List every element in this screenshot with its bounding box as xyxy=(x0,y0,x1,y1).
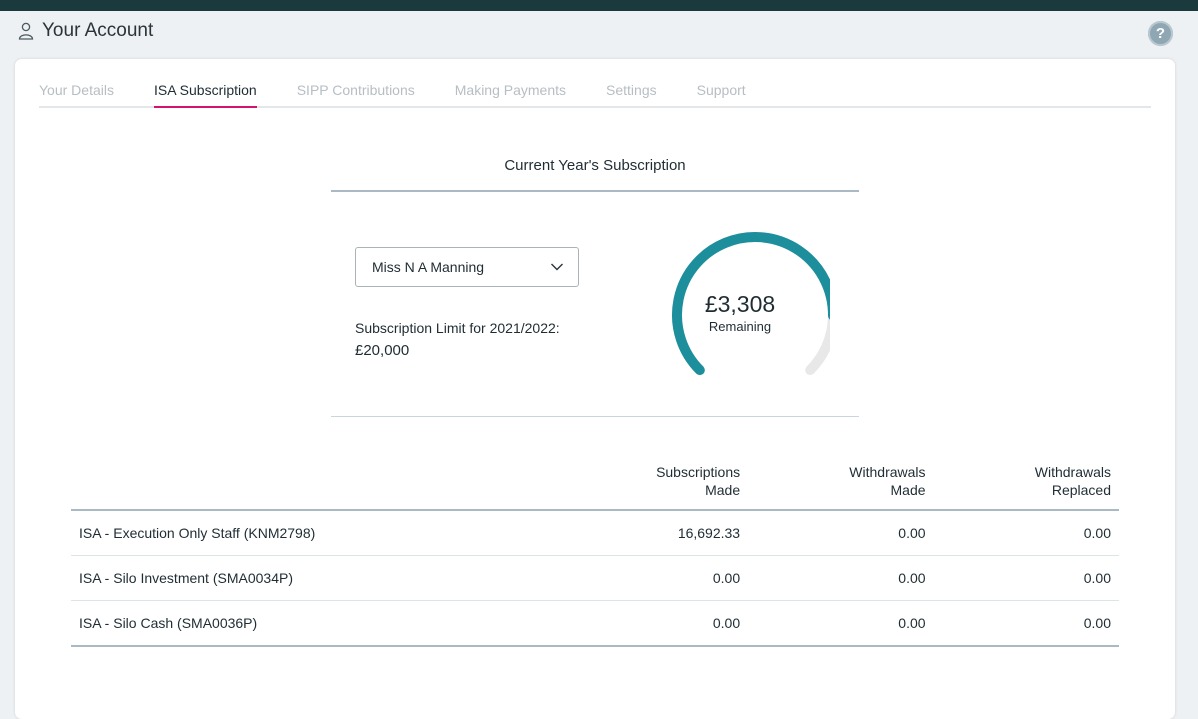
withdrawals-replaced-value: 0.00 xyxy=(933,510,1119,556)
top-bar xyxy=(0,0,1198,11)
subscriptions-made-value: 16,692.33 xyxy=(547,510,749,556)
table-header-row: Subscriptions Made Withdrawals Made Withdr… xyxy=(71,463,1119,511)
divider xyxy=(331,190,859,192)
remaining-amount: £3,308 xyxy=(704,291,776,317)
tab-making-payments[interactable]: Making Payments xyxy=(455,81,566,106)
table-row: ISA - Silo Cash (SMA0036P) 0.00 0.00 0.0… xyxy=(71,600,1119,647)
subscriptions-made-value: 0.00 xyxy=(547,600,749,647)
account-card: Your Details ISA Subscription SIPP Contr… xyxy=(15,59,1175,719)
account-name: ISA - Silo Investment (SMA0034P) xyxy=(71,555,547,601)
chevron-down-icon xyxy=(551,263,563,271)
withdrawals-replaced-value: 0.00 xyxy=(933,600,1119,647)
table-row: ISA - Execution Only Staff (KNM2798) 16,… xyxy=(71,510,1119,556)
tab-your-details[interactable]: Your Details xyxy=(39,81,114,106)
help-icon[interactable]: ? xyxy=(1148,21,1173,46)
withdrawals-made-value: 0.00 xyxy=(748,555,934,601)
table-row: ISA - Silo Investment (SMA0034P) 0.00 0.… xyxy=(71,555,1119,601)
tab-sipp-contributions[interactable]: SIPP Contributions xyxy=(297,81,415,106)
withdrawals-made-header: Withdrawals Made xyxy=(748,463,934,511)
withdrawals-replaced-header: Withdrawals Replaced xyxy=(933,463,1119,511)
selected-account-holder: Miss N A Manning xyxy=(372,259,485,275)
section-title: Current Year's Subscription xyxy=(504,157,686,174)
user-icon xyxy=(18,22,34,40)
subscription-limit-label: Subscription Limit for 2021/2022: xyxy=(355,320,560,336)
account-holder-select[interactable]: Miss N A Manning xyxy=(355,247,579,287)
withdrawals-replaced-value: 0.00 xyxy=(933,555,1119,601)
account-name: ISA - Silo Cash (SMA0036P) xyxy=(71,600,547,647)
page-title: Your Account xyxy=(42,20,154,41)
withdrawals-made-value: 0.00 xyxy=(748,510,934,556)
subscriptions-table: Subscriptions Made Withdrawals Made Withdr… xyxy=(71,463,1119,647)
subscriptions-made-header: Subscriptions Made xyxy=(547,463,749,511)
tab-isa-subscription[interactable]: ISA Subscription xyxy=(153,81,257,108)
withdrawals-made-value: 0.00 xyxy=(748,600,934,647)
tab-settings[interactable]: Settings xyxy=(606,81,657,106)
divider xyxy=(331,416,859,417)
page-header: Your Account xyxy=(18,18,153,44)
subscription-limit-value: £20,000 xyxy=(355,342,410,359)
tab-bar: Your Details ISA Subscription SIPP Contr… xyxy=(39,81,1151,108)
account-name: ISA - Execution Only Staff (KNM2798) xyxy=(71,510,547,556)
account-column-header xyxy=(71,463,547,511)
subscriptions-made-value: 0.00 xyxy=(547,555,749,601)
tab-support[interactable]: Support xyxy=(697,81,746,106)
remaining-label: Remaining xyxy=(708,319,772,334)
